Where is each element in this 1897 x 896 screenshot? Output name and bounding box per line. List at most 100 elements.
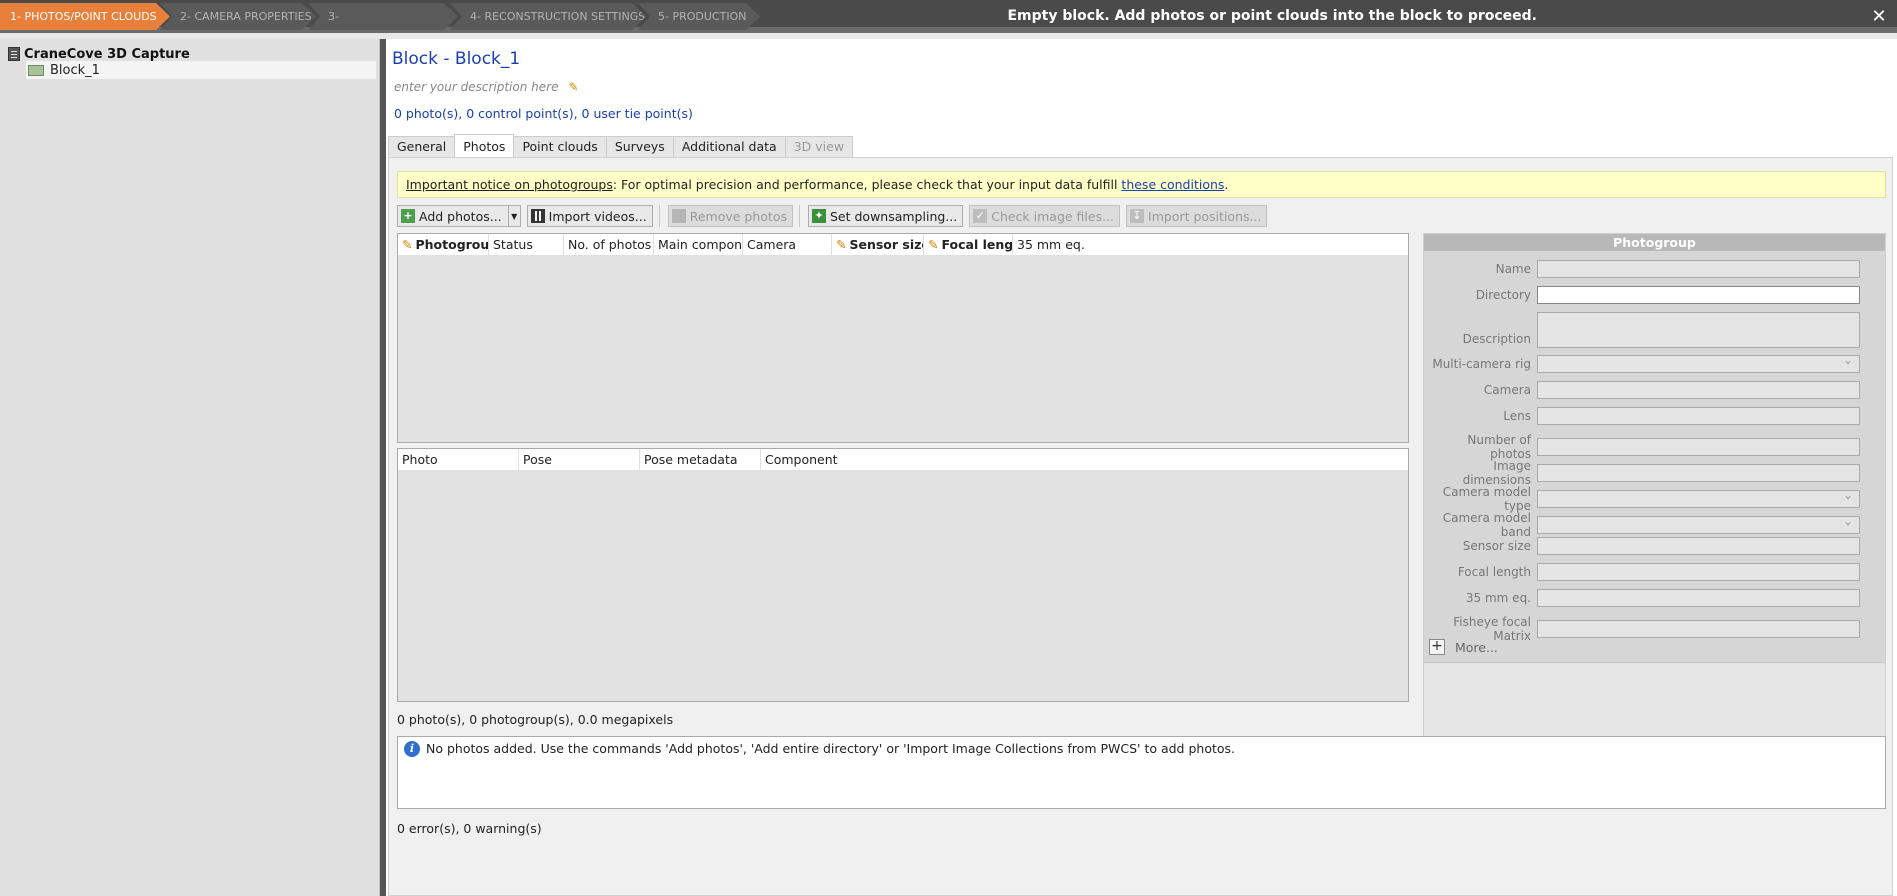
- tree-item-block[interactable]: Block_1: [26, 61, 376, 79]
- set-downsampling-button[interactable]: ✦ Set downsampling...: [807, 205, 964, 227]
- remove-icon: [671, 209, 686, 223]
- import-positions-button[interactable]: ↧ Import positions...: [1126, 205, 1268, 227]
- camera-model-band-select[interactable]: [1537, 514, 1860, 534]
- field-label-lens: Lens: [1503, 409, 1531, 423]
- column-header-sensor-size[interactable]: ✎ Sensor size: [832, 234, 924, 256]
- field-label-camera: Camera: [1483, 383, 1531, 397]
- import-positions-label: Import positions...: [1148, 208, 1262, 224]
- field-label-name: Name: [1495, 262, 1531, 276]
- photogroup-table-header: ✎Photogroup Status No. of photos Main co…: [398, 234, 1408, 256]
- info-message-box: i No photos added. Use the commands 'Add…: [397, 736, 1886, 809]
- chevron-down-icon[interactable]: ▼: [507, 205, 520, 227]
- wizard-step-aerotriangulation[interactable]: 3- AEROTRIANGULATION: [308, 3, 458, 30]
- column-header-component[interactable]: Component: [761, 449, 1408, 471]
- tree-root-label: CraneCove 3D Capture: [24, 46, 190, 62]
- tree-item-label: Block_1: [50, 62, 100, 78]
- tab-bar: General Photos Point clouds Surveys Addi…: [388, 134, 854, 157]
- field-label-35mm-eq: 35 mm eq.: [1465, 591, 1531, 605]
- import-videos-button[interactable]: Import videos...: [526, 205, 653, 227]
- description-field[interactable]: [1537, 312, 1860, 348]
- description-row[interactable]: enter your description here ✎: [394, 80, 579, 94]
- tab-point-clouds[interactable]: Point clouds: [513, 136, 607, 157]
- description-placeholder[interactable]: enter your description here: [394, 80, 558, 94]
- pencil-icon: ✎: [402, 237, 413, 252]
- import-videos-label: Import videos...: [548, 208, 647, 224]
- notice-link-conditions[interactable]: these conditions: [1121, 177, 1224, 192]
- field-row-camera: Camera: [1424, 381, 1885, 399]
- page-title: Block - Block_1: [392, 49, 521, 69]
- document-icon: [8, 47, 20, 61]
- wizard-message: Empty block. Add photos or point clouds …: [1007, 8, 1537, 24]
- field-row-directory: Directory: [1424, 286, 1885, 304]
- tab-general[interactable]: General: [388, 136, 456, 157]
- info-message: No photos added. Use the commands 'Add p…: [426, 741, 1236, 756]
- photos-toolbar: + Add photos... ▼ Import videos... Remov…: [397, 205, 1273, 227]
- field-row-name: Name: [1424, 260, 1885, 278]
- 35mm-eq-field[interactable]: [1537, 589, 1860, 607]
- field-label-directory: Directory: [1475, 288, 1531, 302]
- remove-photos-button[interactable]: Remove photos: [667, 205, 793, 227]
- photo-table-header: Photo Pose Pose metadata Component: [398, 449, 1408, 471]
- lens-field[interactable]: [1537, 407, 1860, 425]
- check-image-files-label: Check image files...: [991, 208, 1115, 224]
- photogroup-table[interactable]: ✎Photogroup Status No. of photos Main co…: [397, 233, 1409, 443]
- name-field[interactable]: [1537, 260, 1860, 278]
- field-row-description: Description: [1424, 312, 1885, 348]
- field-row-image-dimensions: Image dimensions: [1424, 459, 1885, 487]
- column-header-no-of-photos[interactable]: No. of photos: [564, 234, 654, 256]
- notice-text: : For optimal precision and performance,…: [612, 177, 1122, 192]
- tab-surveys[interactable]: Surveys: [605, 136, 674, 157]
- field-label-camera-model-type: Camera model type: [1442, 485, 1531, 513]
- toolbar-separator: [798, 205, 800, 227]
- block-counts: 0 photo(s), 0 control point(s), 0 user t…: [394, 106, 693, 121]
- column-header-pose[interactable]: Pose: [519, 449, 640, 471]
- image-dimensions-field[interactable]: [1537, 464, 1860, 482]
- check-image-files-button[interactable]: ✓ Check image files...: [969, 205, 1121, 227]
- import-positions-icon: ↧: [1130, 209, 1145, 223]
- column-header-photogroup[interactable]: ✎Photogroup: [398, 234, 489, 256]
- focal-length-field[interactable]: [1537, 563, 1860, 581]
- field-row-number-of-photos: Number of photos: [1424, 433, 1885, 461]
- more-label[interactable]: More...: [1455, 640, 1498, 655]
- photogroup-panel-title: Photogroup: [1424, 234, 1885, 251]
- plus-icon[interactable]: +: [1429, 639, 1445, 655]
- wizard-step-camera-properties[interactable]: 2- CAMERA PROPERTIES: [160, 3, 316, 30]
- field-row-lens: Lens: [1424, 407, 1885, 425]
- photo-table[interactable]: Photo Pose Pose metadata Component: [397, 448, 1409, 702]
- multi-camera-rig-select[interactable]: [1537, 353, 1860, 373]
- column-header-pose-metadata[interactable]: Pose metadata: [640, 449, 761, 471]
- field-label-sensor-size: Sensor size: [1462, 539, 1531, 553]
- camera-field[interactable]: [1537, 381, 1860, 399]
- add-photos-button[interactable]: + Add photos... ▼: [397, 205, 521, 227]
- tab-photos[interactable]: Photos: [454, 134, 515, 157]
- field-label-focal-length: Focal length: [1457, 565, 1531, 579]
- column-header-35mm-eq[interactable]: 35 mm eq.: [1013, 234, 1408, 256]
- wizard-step-photos[interactable]: 1- PHOTOS/POINT CLOUDS: [0, 3, 170, 30]
- column-header-status[interactable]: Status: [489, 234, 564, 256]
- number-of-photos-field[interactable]: [1537, 438, 1860, 456]
- field-label-camera-model-band: Camera model band: [1442, 511, 1531, 539]
- pencil-icon[interactable]: ✎: [568, 80, 578, 94]
- column-header-main-component[interactable]: Main compon: [654, 234, 743, 256]
- film-icon: [530, 209, 545, 223]
- tab-additional-data[interactable]: Additional data: [672, 136, 786, 157]
- notice-banner: Important notice on photogroups: For opt…: [397, 171, 1886, 198]
- more-toggle[interactable]: + More...: [1429, 639, 1498, 655]
- set-downsampling-label: Set downsampling...: [829, 208, 958, 224]
- block-icon: [28, 64, 44, 76]
- field-label-description: Description: [1462, 332, 1531, 346]
- fisheye-focal-matrix-field[interactable]: [1537, 620, 1860, 638]
- column-header-photo[interactable]: Photo: [398, 449, 519, 471]
- wizard-step-production[interactable]: 5- PRODUCTION: [638, 3, 760, 30]
- wizard-bar: 1- PHOTOS/POINT CLOUDS 2- CAMERA PROPERT…: [0, 0, 1897, 33]
- photos-tab-body: Important notice on photogroups: For opt…: [388, 157, 1893, 896]
- field-label-number-of-photos: Number of photos: [1467, 433, 1531, 461]
- camera-model-type-select[interactable]: [1537, 488, 1860, 508]
- column-header-camera[interactable]: Camera: [743, 234, 832, 256]
- close-icon[interactable]: ✕: [1867, 3, 1891, 30]
- sensor-size-field[interactable]: [1537, 537, 1860, 555]
- column-header-focal-length[interactable]: ✎ Focal lengt: [924, 234, 1013, 256]
- notice-link-photogroups[interactable]: Important notice on photogroups: [406, 177, 613, 192]
- wizard-step-reconstruction-settings[interactable]: 4- RECONSTRUCTION SETTINGS: [450, 3, 646, 30]
- directory-field[interactable]: [1537, 286, 1860, 304]
